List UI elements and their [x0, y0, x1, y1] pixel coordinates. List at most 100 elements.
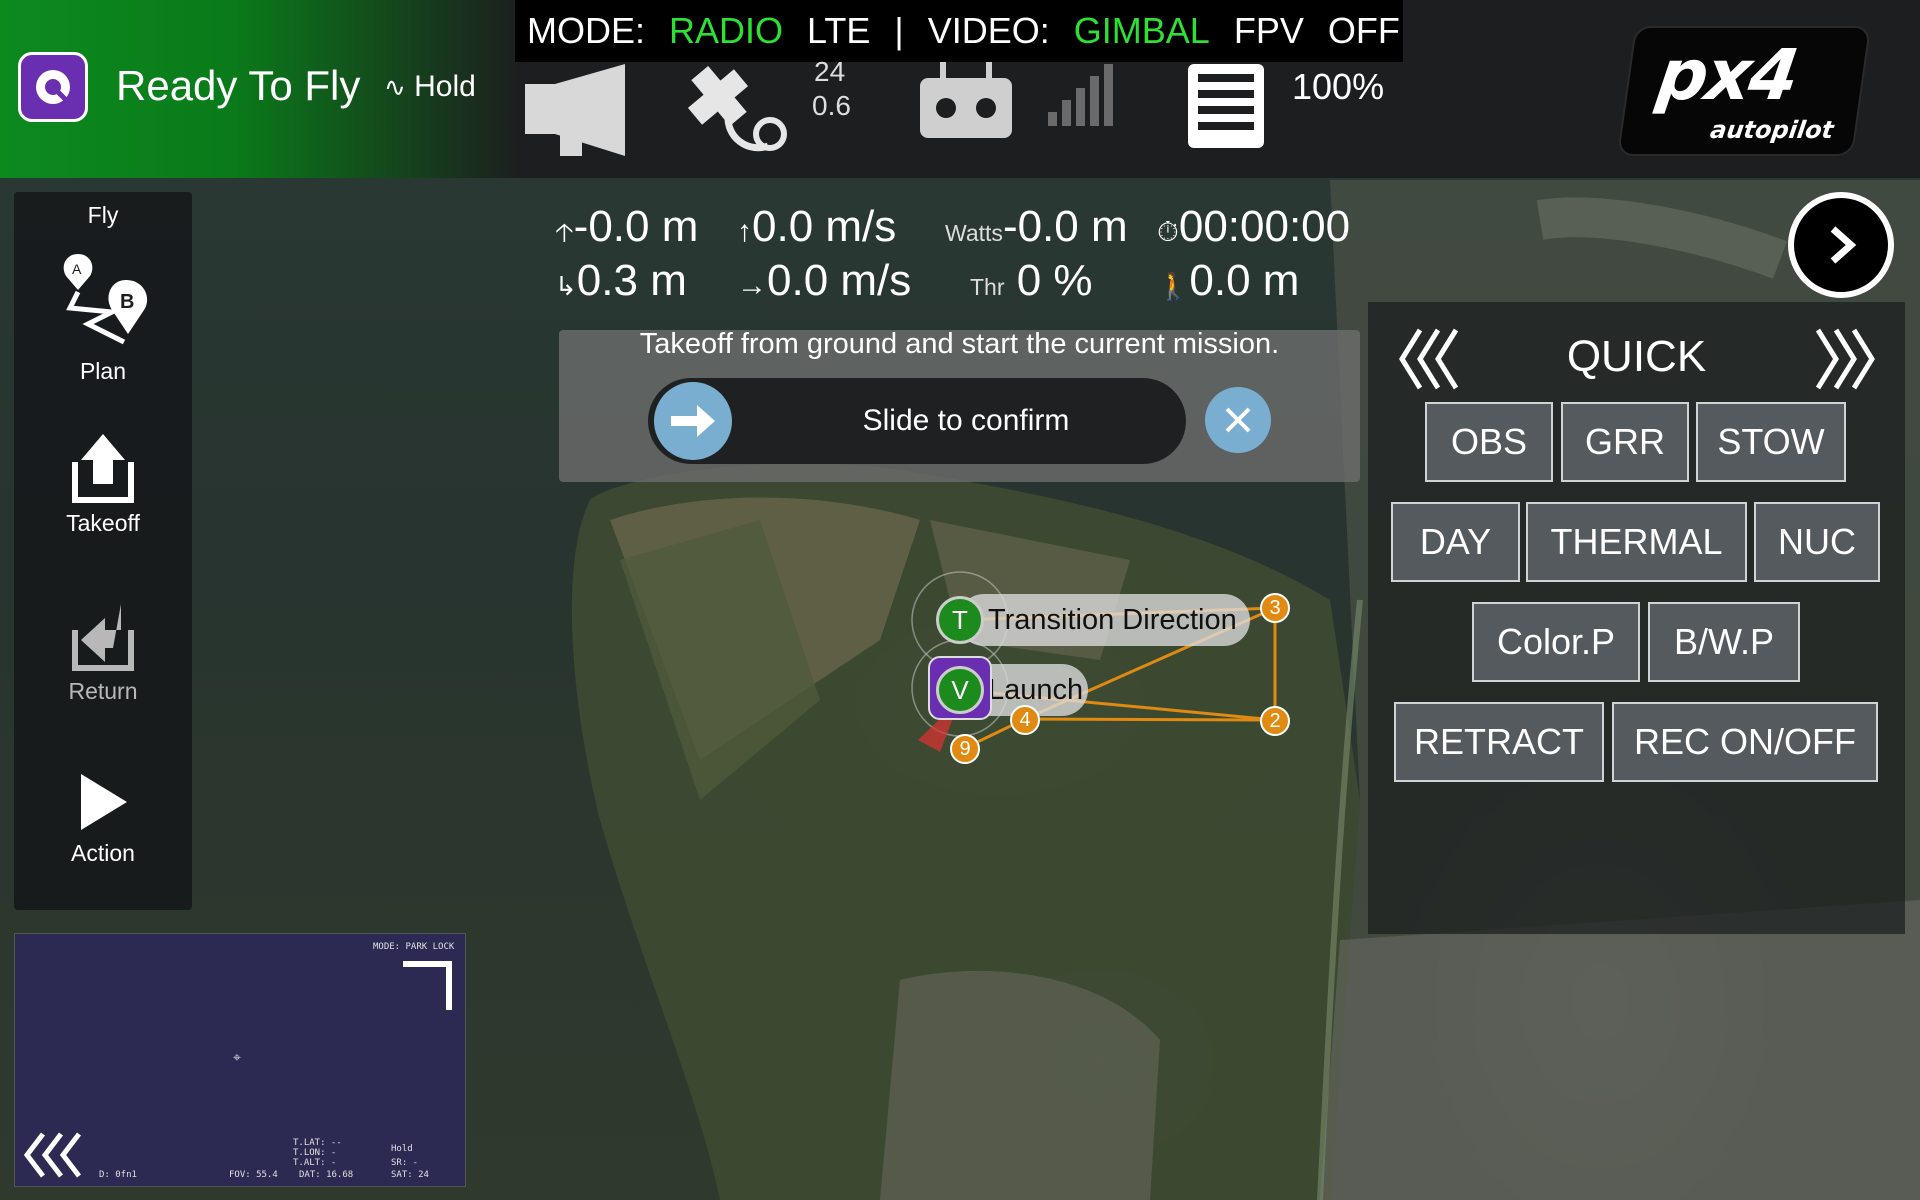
video-off-option[interactable]: OFF	[1328, 10, 1400, 52]
mode-selector-bar: MODE: RADIO LTE | VIDEO: GIMBAL FPV OFF	[515, 0, 1403, 62]
altitude-text: -0.0 m	[573, 202, 699, 251]
qgc-logo-icon	[36, 70, 70, 104]
climb-rate-text: 0.0 m/s	[752, 202, 897, 251]
retract-button[interactable]: RETRACT	[1394, 702, 1604, 782]
action-button[interactable]: Action	[14, 770, 192, 867]
watts-label: Watts	[945, 220, 1003, 246]
mode-radio-option[interactable]: RADIO	[669, 10, 783, 52]
distance-home-text: 0.3 m	[576, 256, 687, 305]
video-target-lat: T.LAT: --	[293, 1138, 342, 1148]
telemetry-panel[interactable]: 🡡-0.0 m ↑0.0 m/s Watts-0.0 m ⏱00:00:00 ↳…	[555, 202, 1365, 322]
flight-time-value: ⏱00:00:00	[1157, 202, 1350, 252]
signal-strength-icon[interactable]	[1046, 62, 1116, 126]
mode-lte-option[interactable]: LTE	[807, 10, 870, 52]
gps-hdop: 0.6	[812, 90, 851, 121]
video-sat: SAT: 24	[391, 1170, 429, 1180]
mode-separator: |	[894, 10, 904, 51]
video-dat: DAT: 16.68	[299, 1170, 354, 1180]
ground-speed-value: →0.0 m/s	[737, 256, 911, 306]
return-arrow-icon	[72, 604, 134, 671]
close-icon	[1225, 407, 1251, 433]
distance-home-value: ↳0.3 m	[555, 256, 687, 306]
plan-button[interactable]: A B Plan	[14, 252, 192, 385]
distance-value: 🚶0.0 m	[1157, 256, 1299, 306]
watts-text: -0.0 m	[1002, 202, 1128, 251]
throttle-text: 0 %	[1016, 256, 1093, 305]
video-zoom: D: 0fn1	[99, 1170, 137, 1180]
climb-rate-icon: ↑	[737, 215, 752, 248]
collapse-video-icon[interactable]	[21, 1130, 91, 1180]
flight-mode-label: Hold	[414, 70, 476, 103]
video-fov: FOV: 55.4	[229, 1170, 278, 1180]
arrow-right-icon	[671, 405, 715, 437]
vehicle-status[interactable]: Ready To Fly	[116, 62, 360, 110]
launch-marker[interactable]: V	[936, 666, 984, 714]
altitude-value: 🡡-0.0 m	[555, 202, 698, 258]
px4-logo-subtext: autopilot	[1708, 116, 1836, 144]
fly-toolbar: Fly A B Plan Takeoff Return Action	[14, 192, 192, 910]
video-hold: Hold	[391, 1144, 413, 1154]
quick-panel: QUICK OBS GRR STOW DAY THERMAL NUC Color…	[1368, 302, 1905, 934]
bw-palette-button[interactable]: B/W.P	[1648, 602, 1800, 682]
waypoint-4[interactable]: 4	[1010, 705, 1040, 735]
panel-toggle-button[interactable]	[1788, 192, 1894, 298]
fly-button[interactable]: Fly	[14, 202, 192, 229]
rec-toggle-button[interactable]: REC ON/OFF	[1612, 702, 1878, 782]
takeoff-button[interactable]: Takeoff	[14, 432, 192, 537]
video-sr: SR: -	[391, 1158, 419, 1168]
takeoff-arrow-icon	[72, 434, 134, 503]
video-gimbal-option[interactable]: GIMBAL	[1074, 10, 1210, 52]
waypoint-2[interactable]: 2	[1260, 706, 1290, 736]
stow-button[interactable]: STOW	[1696, 402, 1846, 482]
flight-mode-indicator[interactable]: ∿ Hold	[384, 70, 476, 104]
ground-speed-icon: →	[737, 269, 767, 302]
return-button[interactable]: Return	[14, 600, 192, 705]
battery-percentage: 100%	[1292, 66, 1385, 107]
slider-knob[interactable]	[654, 382, 732, 460]
mode-label: MODE:	[527, 10, 646, 51]
plan-label: Plan	[79, 358, 127, 384]
video-label: VIDEO:	[927, 10, 1050, 51]
px4-logo-text: px4	[1652, 34, 1802, 116]
grr-button[interactable]: GRR	[1561, 402, 1689, 482]
day-button[interactable]: DAY	[1391, 502, 1520, 582]
video-thumbnail[interactable]: MODE: PARK LOCK ⌖ T.LAT: -- T.LON: - T.A…	[14, 933, 466, 1187]
qgc-app-icon[interactable]	[18, 52, 88, 122]
transition-label-text: Transition Direction	[988, 604, 1237, 636]
gps-satellite-icon[interactable]	[678, 56, 804, 156]
chevron-right-icon	[1830, 226, 1857, 264]
obs-button[interactable]: OBS	[1425, 402, 1553, 482]
next-page-icon[interactable]	[1812, 326, 1878, 392]
transition-marker[interactable]: T	[936, 596, 984, 644]
top-toolbar: Ready To Fly ∿ Hold MODE: RADIO LTE | VI…	[0, 0, 1920, 178]
gps-satellite-count: 24	[814, 56, 846, 87]
battery-icon[interactable]	[1186, 58, 1266, 150]
launch-label-text: Launch	[988, 674, 1084, 706]
waypoint-3[interactable]: 3	[1260, 593, 1290, 623]
throttle-label: Thr	[970, 274, 1005, 300]
waypoint-9[interactable]: 9	[950, 734, 980, 764]
ground-speed-text: 0.0 m/s	[767, 256, 912, 305]
nuc-button[interactable]: NUC	[1754, 502, 1880, 582]
action-label: Action	[71, 840, 135, 866]
distance-home-icon: ↳	[555, 271, 577, 301]
cancel-button[interactable]	[1205, 387, 1271, 453]
video-mode-text: MODE: PARK LOCK	[373, 942, 455, 952]
climb-rate-value: ↑0.0 m/s	[737, 202, 896, 252]
walking-person-icon: 🚶	[1157, 271, 1190, 301]
rc-transmitter-icon[interactable]	[918, 60, 1014, 140]
thermal-button[interactable]: THERMAL	[1526, 502, 1747, 582]
megaphone-icon[interactable]	[515, 64, 647, 156]
px4-logo: px4 autopilot	[1616, 26, 1872, 156]
guided-action-message: Takeoff from ground and start the curren…	[639, 328, 1280, 360]
color-palette-button[interactable]: Color.P	[1472, 602, 1640, 682]
svg-text:A: A	[72, 261, 82, 277]
watts-value: Watts-0.0 m	[945, 202, 1128, 252]
altitude-icon: 🡡	[555, 217, 574, 247]
slide-to-confirm[interactable]: Slide to confirm	[648, 378, 1186, 464]
video-fpv-option[interactable]: FPV	[1234, 10, 1304, 52]
flight-mode-wave-icon: ∿	[384, 72, 406, 102]
slide-to-confirm-label: Slide to confirm	[862, 404, 1070, 437]
stopwatch-icon: ⏱	[1157, 216, 1179, 247]
play-icon	[81, 774, 127, 830]
